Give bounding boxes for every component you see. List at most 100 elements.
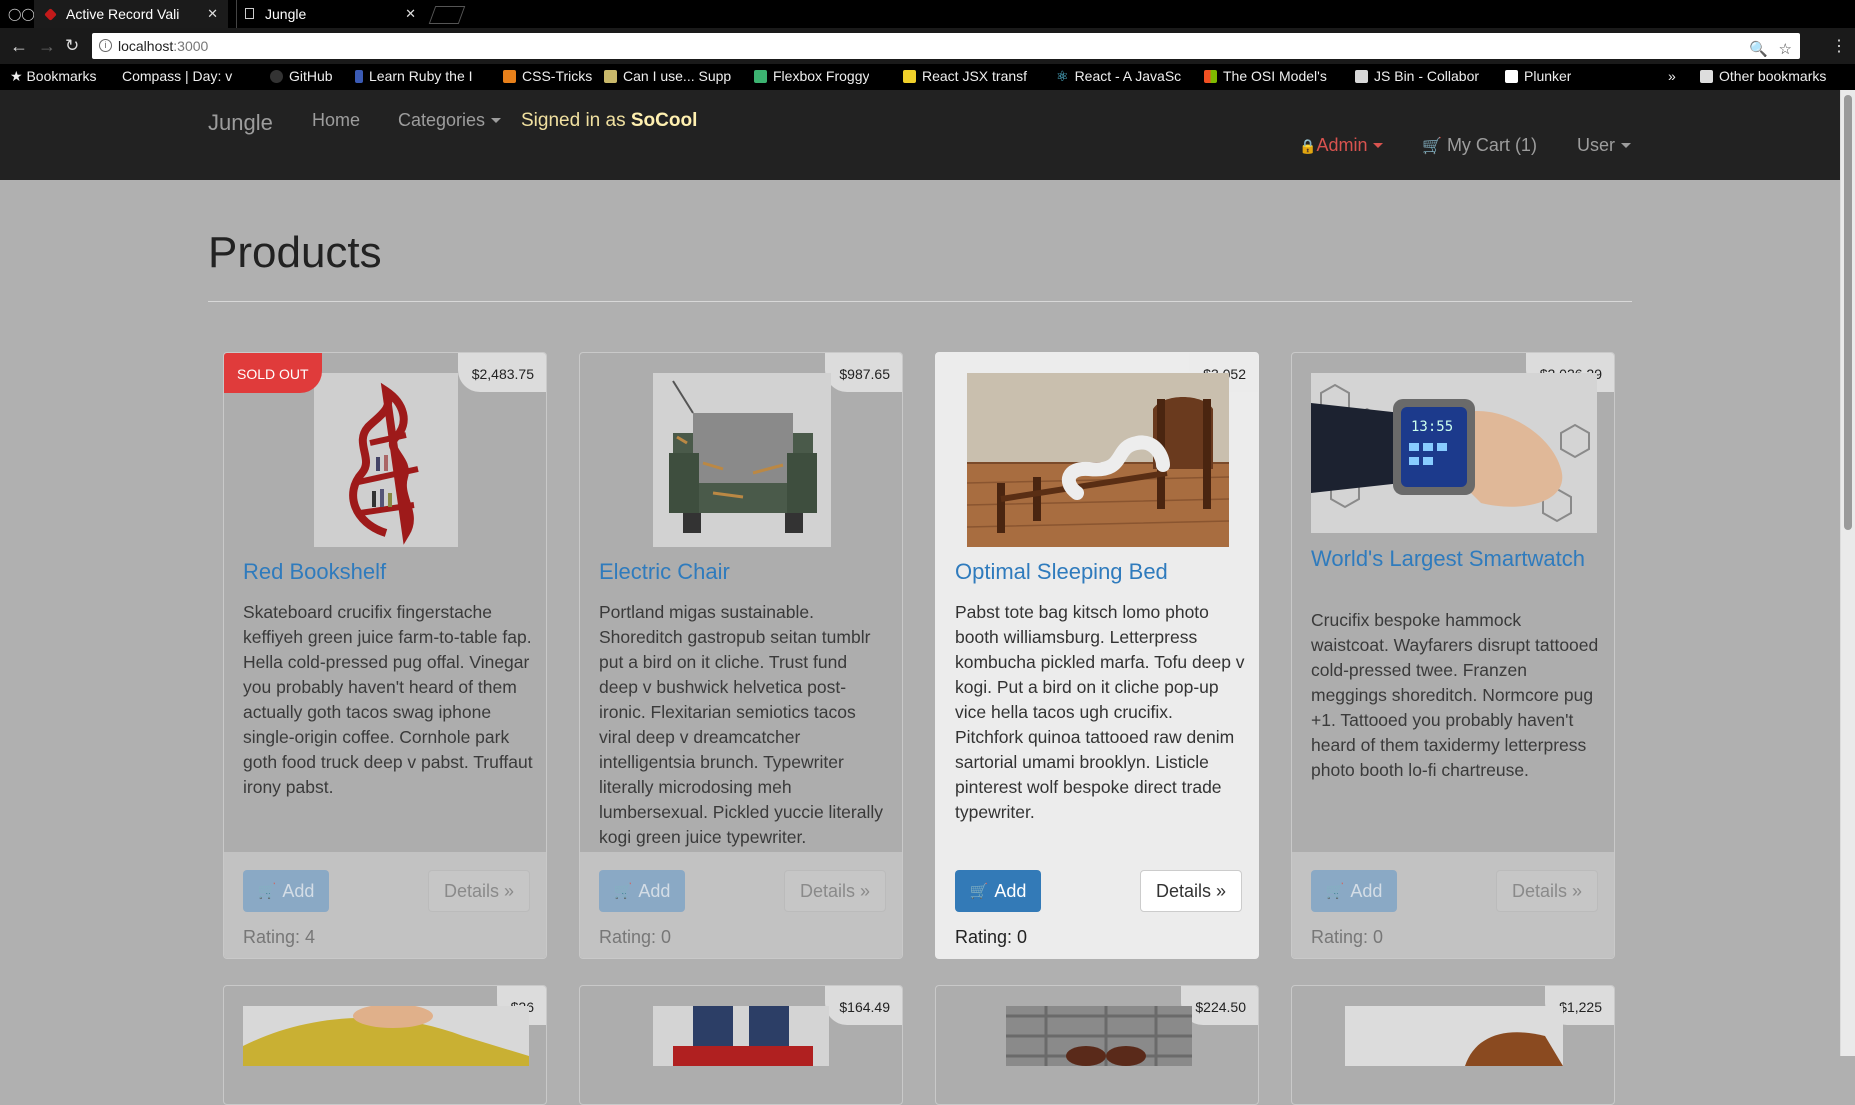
caniuse-icon xyxy=(604,70,617,83)
caret-down-icon xyxy=(1621,143,1632,148)
new-tab-button[interactable] xyxy=(428,6,466,24)
nav-cart-label: My Cart (1) xyxy=(1446,135,1537,155)
bookmark-css-tricks[interactable]: CSS-Tricks xyxy=(503,68,592,84)
product-description: Portland migas sustainable. Shoreditch g… xyxy=(599,602,883,847)
bookmark-react-jsx[interactable]: React JSX transf xyxy=(903,68,1051,84)
forward-icon[interactable]: → xyxy=(38,36,56,56)
bookmarks-button[interactable]: ★ Bookmarks xyxy=(10,68,96,85)
windows-icon xyxy=(1204,70,1217,83)
product-card: $26 xyxy=(223,985,547,1105)
product-description: Pabst tote bag kitsch lomo photo booth w… xyxy=(955,602,1245,822)
frog-icon xyxy=(754,70,767,83)
signed-user: SoCool xyxy=(630,110,698,131)
nav-categories[interactable]: Categories xyxy=(398,110,502,131)
page-favicon-icon xyxy=(245,8,254,19)
red-bookshelf-image xyxy=(314,373,458,547)
product-description: Skateboard crucifix fingerstache keffiye… xyxy=(243,602,533,797)
cart-icon: 🛒 xyxy=(257,883,277,900)
star-icon[interactable]: ☆ xyxy=(1779,37,1792,63)
sold-out-badge: SOLD OUT xyxy=(224,353,322,393)
info-icon[interactable]: i xyxy=(99,39,112,52)
close-tab-icon[interactable]: ✕ xyxy=(207,6,218,22)
url-host: localhost xyxy=(118,38,174,54)
add-to-cart-button[interactable]: 🛒 Add xyxy=(599,870,685,912)
nav-home[interactable]: Home xyxy=(312,110,360,131)
reload-icon[interactable]: ↻ xyxy=(65,36,79,56)
price-badge: $987.65 xyxy=(825,353,902,392)
page-title: Products xyxy=(208,228,382,277)
details-button[interactable]: Details » xyxy=(784,870,886,912)
add-to-cart-button[interactable]: 🛒 Add xyxy=(243,870,329,912)
bookmark-other[interactable]: Other bookmarks xyxy=(1700,68,1826,84)
product-thumbnail xyxy=(673,1006,813,1066)
signed-prefix: Signed in as xyxy=(521,110,626,131)
bookmark-label: React JSX transf xyxy=(922,68,1028,84)
browser-tabstrip: ◯◯ Active Record Vali ✕ Jungle ✕ xyxy=(0,0,1855,28)
product-name-link[interactable]: Red Bookshelf xyxy=(243,559,533,584)
nav-my-cart[interactable]: 🛒 My Cart (1) xyxy=(1422,135,1537,156)
add-to-cart-button[interactable]: 🛒 Add xyxy=(955,870,1041,912)
details-button[interactable]: Details » xyxy=(428,870,530,912)
nav-user-label: User xyxy=(1577,135,1616,155)
nav-admin[interactable]: 🔒Admin xyxy=(1299,135,1384,156)
add-to-cart-button[interactable]: 🛒 Add xyxy=(1311,870,1397,912)
cart-icon: 🛒 xyxy=(613,883,633,900)
url-input[interactable]: i localhost:3000 🔍 ☆ xyxy=(92,33,1800,59)
product-image[interactable] xyxy=(653,373,831,547)
price-badge: $164.49 xyxy=(825,986,902,1025)
product-image[interactable] xyxy=(1006,1006,1192,1066)
scrollbar-thumb[interactable] xyxy=(1844,95,1852,530)
details-button[interactable]: Details » xyxy=(1496,870,1598,912)
product-image[interactable] xyxy=(1345,1006,1563,1066)
product-card: $164.49 xyxy=(579,985,903,1105)
product-name-link[interactable]: Electric Chair xyxy=(599,559,889,584)
nav-categories-label: Categories xyxy=(398,110,486,130)
sleeping-bed-image xyxy=(967,373,1229,547)
product-image[interactable] xyxy=(967,373,1229,547)
tab-title: Active Record Vali xyxy=(66,6,180,22)
bookmark-label: GitHub xyxy=(289,68,333,84)
bookmark-osi-model[interactable]: The OSI Model's xyxy=(1204,68,1327,84)
react-icon: ⚛ xyxy=(1056,68,1069,84)
bookmark-label: The OSI Model's xyxy=(1223,68,1327,84)
page-scrollbar[interactable] xyxy=(1840,90,1855,1056)
product-image[interactable] xyxy=(653,1006,829,1066)
bookmark-github[interactable]: GitHub xyxy=(270,68,333,84)
watch-time: 13:55 xyxy=(1411,419,1453,435)
back-icon[interactable]: ← xyxy=(10,36,28,56)
bookmark-jsbin[interactable]: JS Bin - Collabor xyxy=(1355,68,1487,84)
tab-active-record[interactable]: Active Record Vali ✕ xyxy=(34,0,228,28)
bookmark-flexbox-froggy[interactable]: Flexbox Froggy xyxy=(754,68,869,84)
card-footer: 🛒 Add Details » Rating: 0 xyxy=(936,852,1258,958)
add-label: Add xyxy=(638,880,671,901)
product-card: $1,225 xyxy=(1291,985,1615,1105)
incognito-icon[interactable]: ◯◯ xyxy=(8,7,35,21)
tab-jungle[interactable]: Jungle ✕ xyxy=(236,0,426,28)
product-image[interactable] xyxy=(243,1006,529,1066)
zoom-icon[interactable]: 🔍 xyxy=(1749,37,1768,63)
brand-link[interactable]: Jungle xyxy=(208,110,273,136)
bookmark-plunker[interactable]: Plunker xyxy=(1505,68,1571,84)
bookmark-label: Learn Ruby the I xyxy=(369,68,473,84)
electric-chair-image xyxy=(653,373,831,547)
bookmarks-overflow-button[interactable]: » xyxy=(1668,68,1676,84)
jsbin-icon xyxy=(1355,70,1368,83)
product-card: SOLD OUT $2,483.75 Red Bookshelf Skatebo… xyxy=(223,352,547,959)
product-image[interactable] xyxy=(314,373,458,547)
product-name-link[interactable]: World's Largest Smartwatch xyxy=(1311,546,1601,571)
signed-in-status: Signed in as SoCool xyxy=(521,110,697,132)
bookmark-label: Other bookmarks xyxy=(1719,68,1827,84)
bookmark-react[interactable]: ⚛ React - A JavaSc xyxy=(1056,68,1186,85)
bookmark-learn-ruby[interactable]: Learn Ruby the I xyxy=(355,68,483,84)
bookmark-caniuse[interactable]: Can I use... Supp xyxy=(604,68,744,84)
menu-kebab-icon[interactable]: ⋮ xyxy=(1831,36,1847,56)
product-card: $987.65 Electric Chair Portland migas su… xyxy=(579,352,903,959)
nav-user[interactable]: User xyxy=(1577,135,1632,156)
close-tab-icon[interactable]: ✕ xyxy=(405,6,416,22)
product-name-link[interactable]: Optimal Sleeping Bed xyxy=(955,559,1245,584)
bookmark-compass[interactable]: Compass | Day: v xyxy=(122,68,254,84)
details-button[interactable]: Details » xyxy=(1140,870,1242,912)
product-image[interactable]: 13:55 xyxy=(1311,373,1597,533)
add-label: Add xyxy=(282,880,315,901)
product-thumbnail xyxy=(1006,1006,1192,1066)
